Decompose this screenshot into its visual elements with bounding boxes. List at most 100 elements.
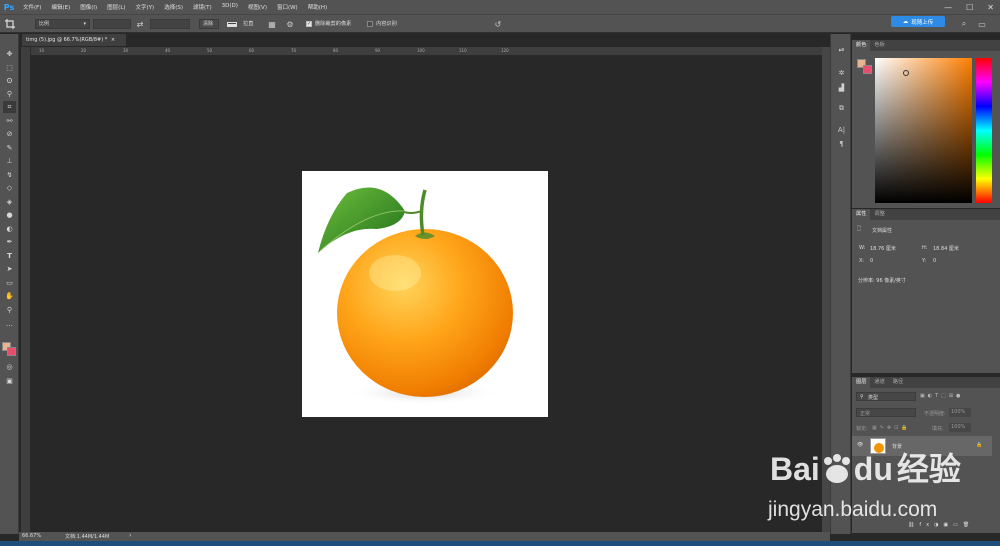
fill-input[interactable]: 100% [949,423,971,432]
properties-panel-tabs: 属性 调整 [852,209,1000,220]
grid-overlay-icon[interactable]: ▦ [266,18,278,30]
ruler-tick-label: 60 [249,48,255,53]
magic-wand-tool-icon[interactable]: ⚲ [3,88,16,100]
swap-icon[interactable]: ⇄ [134,18,146,30]
menu-item-9[interactable]: 窗口(W) [272,3,303,11]
blur-tool-icon[interactable]: ● [3,209,16,221]
clone-stamp-tool-icon[interactable]: ⊥ [3,155,16,167]
straighten-icon[interactable] [226,18,238,30]
delete-cropped-checkbox[interactable]: ✓ [306,21,312,27]
close-button[interactable]: ✕ [987,3,994,12]
menu-item-4[interactable]: 文字(Y) [131,3,160,11]
dodge-tool-icon[interactable]: ◐ [3,223,16,235]
rectangle-tool-icon[interactable]: ▭ [3,277,16,289]
eyedropper-tool-icon[interactable]: ⚯ [3,115,16,127]
paint-bucket-tool-icon[interactable]: ◈ [3,196,16,208]
brush-settings-icon[interactable]: ✲ [835,67,848,79]
ruler-tick-label: 110 [459,48,467,53]
healing-brush-tool-icon[interactable]: ⊘ [3,128,16,140]
search-icon[interactable]: ⌕ [958,18,970,30]
path-selection-tool-icon[interactable]: ➤ [3,263,16,275]
delete-cropped-label: 删除裁剪的像素 [315,21,352,27]
quick-mask-icon[interactable]: ◎ [3,361,16,373]
menu-item-10[interactable]: 帮助(H) [303,3,332,11]
fill-label: 填充: [932,426,944,432]
document-tab[interactable]: timg (5).jpg @ 66.7%(RGB/8#) * × [22,34,126,46]
menu-item-8[interactable]: 视图(V) [243,3,272,11]
reset-icon[interactable]: ↺ [492,18,504,30]
brush-tool-icon[interactable]: ✎ [3,142,16,154]
history-panel-icon[interactable]: ⏯ [835,44,848,56]
move-tool-icon[interactable]: ✥ [3,48,16,60]
paragraph-panel-icon[interactable]: ¶ [835,138,848,150]
width-input[interactable] [93,19,131,29]
screen-mode-icon[interactable]: ▣ [3,375,16,387]
marquee-tool-icon[interactable]: ⬚ [3,62,16,74]
zoom-tool-icon[interactable]: ⚲ [3,304,16,316]
menu-item-3[interactable]: 图层(L) [102,3,130,11]
window-controls: — ☐ ✕ [944,0,994,14]
height-input[interactable] [150,19,190,29]
lasso-tool-icon[interactable]: ʘ [3,75,16,87]
minimize-button[interactable]: — [944,3,952,12]
height-value[interactable]: 18.84 厘米 [933,245,959,252]
gear-icon[interactable]: ⚙ [284,18,296,30]
menu-item-0[interactable]: 文件(F) [18,3,46,11]
search-icon: ⚲ [860,394,864,400]
pen-tool-icon[interactable]: ✒ [3,236,16,248]
tab-color[interactable]: 颜色 [852,40,871,51]
color-picker-field[interactable] [875,58,972,203]
tab-layers[interactable]: 图层 [852,377,871,388]
crop-tool-icon[interactable]: ⌗ [3,101,16,113]
histogram-icon[interactable]: ▟ [835,82,848,94]
background-color-swatch[interactable] [7,347,16,356]
document-image[interactable] [302,171,548,417]
watermark-url: jingyan.baidu.com [768,498,938,521]
hue-slider[interactable] [976,58,992,203]
clone-source-icon[interactable]: ⧉ [835,102,848,114]
content-aware-checkbox[interactable] [367,21,373,27]
menu-item-1[interactable]: 编辑(E) [46,3,75,11]
lock-options-icons[interactable]: ▦✎✥⊡🔒 [872,425,911,431]
width-value[interactable]: 18.76 厘米 [870,245,896,252]
ruler-tick-label: 50 [207,48,213,53]
layer-filter-select[interactable]: ⚲ 类型 [856,392,916,401]
chevron-right-icon[interactable]: › [129,532,131,539]
type-tool-icon[interactable]: T [3,250,16,262]
zoom-level[interactable]: 66.67% [22,533,41,539]
document-icon: 🗋 [857,226,862,232]
background-color-swatch[interactable] [863,65,872,74]
eraser-tool-icon[interactable]: ◇ [3,182,16,194]
maximize-button[interactable]: ☐ [966,3,973,12]
menu-item-7[interactable]: 3D(D) [217,3,243,11]
menu-item-2[interactable]: 图像(I) [75,3,102,11]
color-picker-cursor[interactable] [903,70,909,76]
crop-tool-icon[interactable] [4,18,16,30]
tab-paths[interactable]: 路径 [889,377,907,388]
close-icon[interactable]: × [111,37,115,43]
hand-tool-icon[interactable]: ✋ [3,290,16,302]
workspace-icon[interactable]: ▭ [976,18,988,30]
tab-channels[interactable]: 通道 [870,377,888,388]
menu-item-5[interactable]: 选择(S) [159,3,188,11]
y-value[interactable]: 0 [933,258,936,264]
clear-button[interactable]: 清除 [199,19,219,29]
history-brush-tool-icon[interactable]: ↯ [3,169,16,181]
ratio-select[interactable]: 比例 ▾ [35,19,90,29]
layer-filter-icons[interactable]: ▣◐T⬚⊞● [920,393,963,399]
opacity-input[interactable]: 100% [949,408,971,417]
tab-adjustments[interactable]: 调整 [870,209,888,220]
layers-panel-tabs: 图层 通道 路径 [852,377,1000,388]
share-upload-button[interactable]: ☁ 现随上传 [891,16,945,27]
tools-panel: ✥ ⬚ ʘ ⚲ ⌗ ⚯ ⊘ ✎ ⊥ ↯ ◇ ◈ ● ◐ ✒ T ➤ ▭ ✋ ⚲ … [0,34,19,534]
menu-item-6[interactable]: 滤镜(T) [188,3,217,11]
blend-mode-value: 正常 [860,411,871,417]
character-panel-icon[interactable]: A| [835,124,848,136]
x-value[interactable]: 0 [870,258,873,264]
more-tools-icon[interactable]: … [3,318,16,330]
tab-swatches[interactable]: 色板 [870,40,888,51]
blend-mode-select[interactable]: 正常 [856,408,916,417]
menu-list: 文件(F) 编辑(E) 图像(I) 图层(L) 文字(Y) 选择(S) 滤镜(T) 3D(D)… [18,3,332,11]
resolution-text: 分辨率: 96 像素/英寸 [858,278,906,284]
tab-properties[interactable]: 属性 [852,209,871,220]
